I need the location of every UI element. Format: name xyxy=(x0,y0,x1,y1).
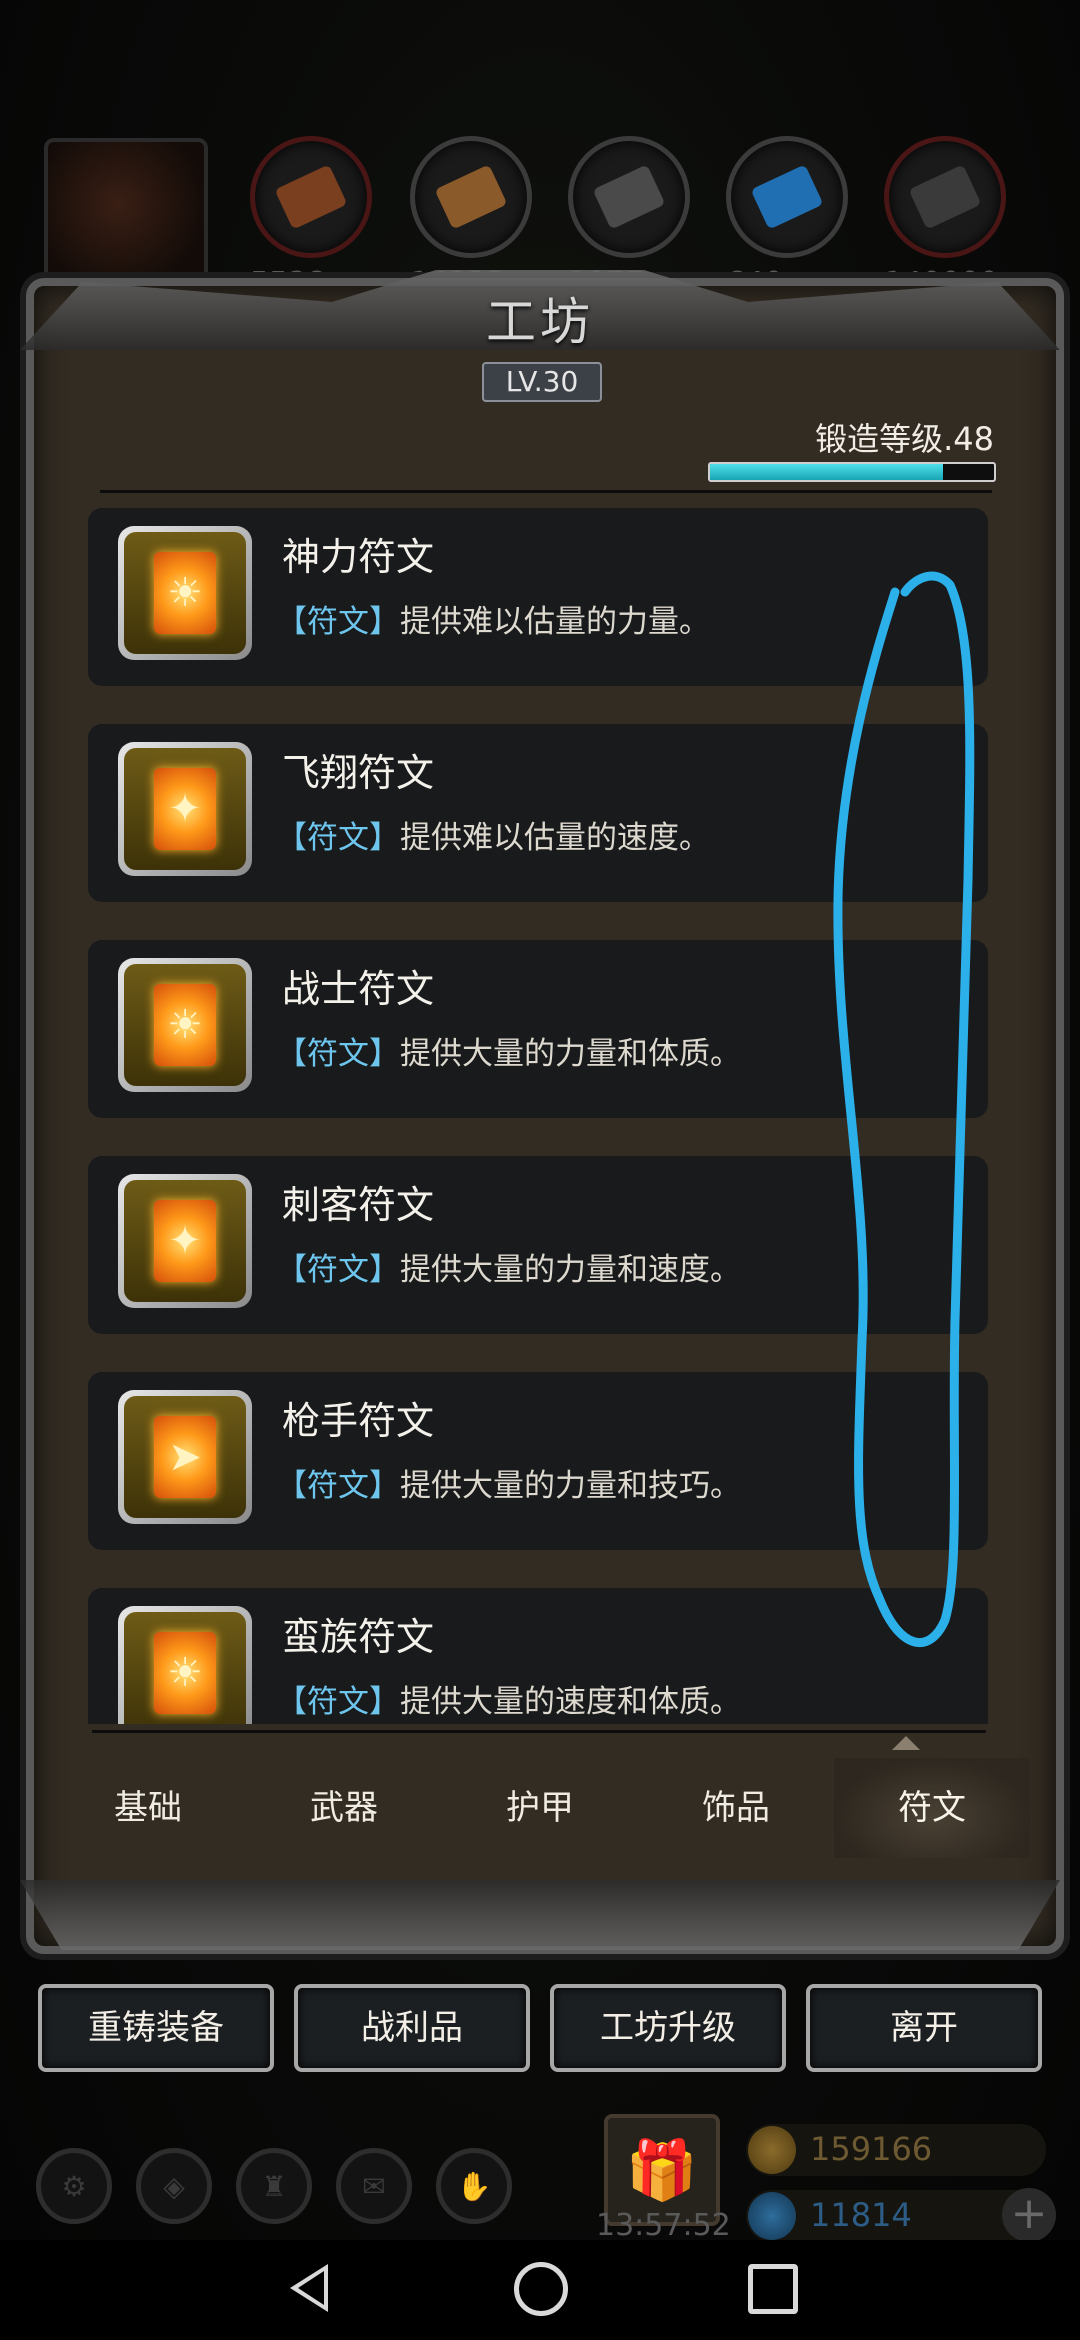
panel-title: 工坊 xyxy=(486,293,594,351)
handshake-icon[interactable]: ✋ xyxy=(436,2148,512,2224)
gear-icon[interactable]: ⚙ xyxy=(36,2148,112,2224)
gem-counter: 11814 xyxy=(746,2190,1046,2242)
rune-name: 神力符文 xyxy=(282,535,435,579)
rune-name: 刺客符文 xyxy=(282,1183,435,1227)
add-gems-button[interactable]: + xyxy=(1002,2188,1056,2242)
action-bar: 重铸装备 战利品 工坊升级 离开 xyxy=(38,1984,1042,2078)
rune-name: 枪手符文 xyxy=(282,1399,435,1443)
gem-icon xyxy=(748,2192,796,2240)
level-badge: LV.30 xyxy=(482,362,602,402)
back-icon[interactable] xyxy=(290,2264,328,2312)
resource-steel[interactable]: 140000 xyxy=(884,136,1006,301)
reforge-button[interactable]: 重铸装备 xyxy=(38,1984,274,2072)
home-icon[interactable] xyxy=(514,2262,568,2316)
wood-planks-icon xyxy=(410,136,532,258)
rune-name: 战士符文 xyxy=(282,967,435,1011)
tab-weapons[interactable]: 武器 xyxy=(246,1758,442,1858)
rune-icon: ✦ xyxy=(118,1174,252,1308)
rune-description: 【符文】提供大量的速度和体质。 xyxy=(276,1684,741,1720)
list-item[interactable]: ✦ 飞翔符文 【符文】提供难以估量的速度。 xyxy=(88,724,988,902)
list-item[interactable]: ✦ 刺客符文 【符文】提供大量的力量和速度。 xyxy=(88,1156,988,1334)
rune-icon: ☀ xyxy=(118,958,252,1092)
leave-button[interactable]: 离开 xyxy=(806,1984,1042,2072)
list-item[interactable]: ☀ 蛮族符文 【符文】提供大量的速度和体质。 xyxy=(88,1588,988,1724)
rune-description: 【符文】提供难以估量的力量。 xyxy=(276,604,710,640)
rune-description: 【符文】提供大量的力量和技巧。 xyxy=(276,1468,741,1504)
leather-icon xyxy=(250,136,372,258)
castle-icon[interactable]: ♜ xyxy=(236,2148,312,2224)
gift-timer: 13:57:52 xyxy=(596,2208,731,2243)
rune-description: 【符文】提供难以估量的速度。 xyxy=(276,820,710,856)
gold-counter: 159166 xyxy=(746,2124,1046,2176)
list-item[interactable]: ☀ 战士符文 【符文】提供大量的力量和体质。 xyxy=(88,940,988,1118)
list-item[interactable]: ➤ 枪手符文 【符文】提供大量的力量和技巧。 xyxy=(88,1372,988,1550)
forge-progress-fill xyxy=(710,464,943,480)
scroll-up-icon[interactable] xyxy=(892,1736,920,1750)
divider xyxy=(100,490,992,493)
list-item[interactable]: ☀ 神力符文 【符文】提供难以估量的力量。 xyxy=(88,508,988,686)
android-nav-bar xyxy=(0,2240,1080,2340)
gold-value: 159166 xyxy=(810,2130,933,2168)
rune-icon: ✦ xyxy=(118,742,252,876)
shield-icon[interactable]: ◈ xyxy=(136,2148,212,2224)
resource-crystal[interactable]: 640 xyxy=(726,136,848,301)
rune-icon: ➤ xyxy=(118,1390,252,1524)
resource-leather[interactable]: 5528 xyxy=(250,136,372,301)
forge-progress-bar xyxy=(708,462,996,482)
rune-name: 飞翔符文 xyxy=(282,751,435,795)
gem-value: 11814 xyxy=(810,2196,912,2234)
steel-ingot-icon xyxy=(884,136,1006,258)
gold-coin-icon xyxy=(748,2126,796,2174)
tab-runes[interactable]: 符文 xyxy=(834,1758,1030,1858)
forge-level-label: 锻造等级.48 xyxy=(815,420,994,458)
resource-iron[interactable]: 1077 xyxy=(568,136,690,301)
rune-name: 蛮族符文 xyxy=(282,1615,435,1659)
upgrade-workshop-button[interactable]: 工坊升级 xyxy=(550,1984,786,2072)
rune-icon: ☀ xyxy=(118,526,252,660)
rune-description: 【符文】提供大量的力量和速度。 xyxy=(276,1252,741,1288)
rune-list[interactable]: ☀ 神力符文 【符文】提供难以估量的力量。 ✦ 飞翔符文 【符文】提供难以估量的… xyxy=(88,508,1028,1724)
tab-armor[interactable]: 护甲 xyxy=(442,1758,638,1858)
frame-ornament-bottom xyxy=(20,1880,1060,1950)
rune-description: 【符文】提供大量的力量和体质。 xyxy=(276,1036,741,1072)
rune-icon: ☀ xyxy=(118,1606,252,1724)
divider xyxy=(92,1730,986,1733)
tab-accessories[interactable]: 饰品 xyxy=(638,1758,834,1858)
category-tabs: 基础 武器 护甲 饰品 符文 xyxy=(50,1758,1030,1858)
loot-button[interactable]: 战利品 xyxy=(294,1984,530,2072)
resource-wood[interactable]: 14233 xyxy=(410,136,532,301)
tab-basic[interactable]: 基础 xyxy=(50,1758,246,1858)
iron-ingot-icon xyxy=(568,136,690,258)
mail-icon[interactable]: ✉ xyxy=(336,2148,412,2224)
recent-apps-icon[interactable] xyxy=(748,2264,798,2314)
status-footer: ⚙ ◈ ♜ ✉ ✋ 🎁 13:57:52 159166 11814 + xyxy=(0,2100,1080,2243)
crystal-icon xyxy=(726,136,848,258)
